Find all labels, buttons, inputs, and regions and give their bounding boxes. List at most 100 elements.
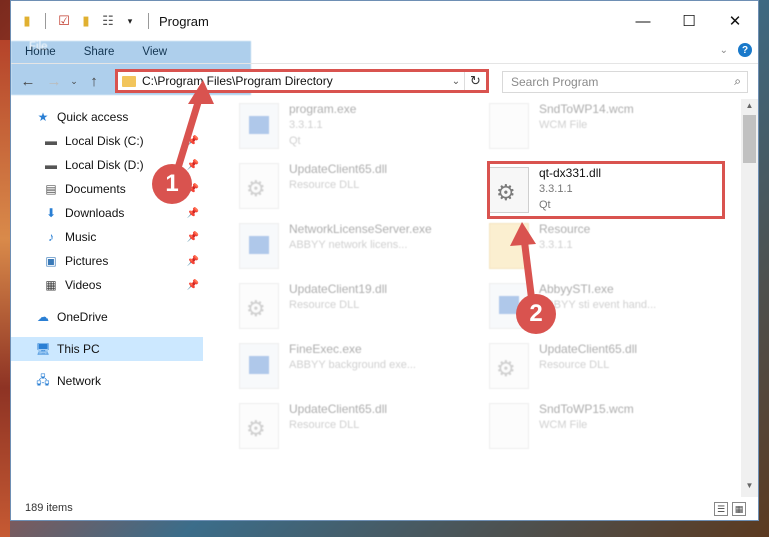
title-bar: ▮ ☑ ▮ ☷ ▾ Program — ☐ ✕ — [11, 1, 758, 41]
file-meta: Resource DLL — [289, 419, 360, 431]
maximize-button[interactable]: ☐ — [666, 1, 712, 41]
sidebar-item-pictures[interactable]: ▣ Pictures 📌 — [11, 249, 203, 273]
sidebar-item-label: Local Disk (D:) — [65, 158, 144, 172]
address-path[interactable]: C:\Program Files\Program Directory — [142, 74, 448, 88]
network-icon: 🖧 — [36, 372, 50, 387]
sidebar-item-label: Downloads — [65, 206, 125, 220]
scrollbar-thumb[interactable] — [743, 115, 756, 163]
sidebar-item-local-disk-c[interactable]: ▬ Local Disk (C:) 📌 — [11, 129, 203, 153]
explorer-window: ▮ ☑ ▮ ☷ ▾ Program — ☐ ✕ File Home Share … — [10, 0, 759, 521]
sidebar-item-music[interactable]: ♪ Music 📌 — [11, 225, 203, 249]
pin-icon[interactable]: 📌 — [187, 160, 199, 171]
forward-button[interactable]: → — [41, 73, 67, 90]
file-meta: Qt — [289, 135, 301, 147]
sidebar-item-videos[interactable]: ▦ Videos 📌 — [11, 273, 203, 297]
close-button[interactable]: ✕ — [712, 1, 758, 41]
file-name: SndToWP15.wcm — [539, 402, 634, 416]
scroll-down-icon[interactable]: ▼ — [741, 481, 758, 495]
address-bar[interactable]: C:\Program Files\Program Directory ⌄ ↻ — [115, 69, 489, 93]
sidebar-item-this-pc[interactable]: 🖥 This PC — [11, 337, 203, 361]
dll-icon — [239, 163, 279, 209]
sidebar-item-label: Quick access — [57, 110, 129, 124]
desktop-wallpaper — [0, 40, 10, 537]
music-icon: ♪ — [48, 230, 54, 244]
file-name: UpdateClient65.dll — [539, 342, 638, 356]
details-view-icon[interactable]: ☰ — [714, 502, 728, 516]
file-name: SndToWP14.wcm — [539, 102, 634, 116]
file-name: UpdateClient65.dll — [289, 162, 388, 176]
scroll-up-icon[interactable]: ▲ — [741, 101, 758, 115]
folder-icon — [122, 75, 136, 87]
help-icon[interactable]: ? — [738, 43, 752, 57]
file-list: program.exe 3.3.1.1 Qt SndToWP14.wcm WCM Fi… — [215, 99, 739, 497]
file-item[interactable]: FineExec.exe ABBYY background exe... — [233, 341, 473, 395]
chevron-down-icon[interactable]: ⌄ — [448, 76, 464, 87]
window-title: Program — [159, 13, 209, 29]
file-meta: 3.3.1.1 — [539, 239, 573, 251]
ribbon-tabs: File Home Share View ⌄ ? — [11, 41, 758, 95]
up-button[interactable]: ↑ — [81, 73, 107, 90]
cloud-icon: ☁ — [37, 310, 49, 324]
pin-icon[interactable]: 📌 — [187, 136, 199, 147]
file-item[interactable]: SndToWP15.wcm WCM File — [483, 401, 723, 455]
file-meta: 3.3.1.1 — [289, 119, 323, 131]
file-item[interactable]: Resource 3.3.1.1 — [483, 221, 723, 275]
view-toggle: ☰ ▦ — [714, 502, 746, 516]
sidebar-item-quick-access[interactable]: ★ Quick access — [11, 105, 203, 129]
sidebar-item-label: Pictures — [65, 254, 109, 268]
back-button[interactable]: ← — [15, 73, 41, 90]
pin-icon[interactable]: 📌 — [187, 280, 199, 291]
recent-locations-icon[interactable]: ⌄ — [67, 76, 81, 87]
pin-icon[interactable]: 📌 — [187, 256, 199, 267]
dll-icon — [239, 403, 279, 449]
file-icon — [489, 103, 529, 149]
dll-icon — [239, 283, 279, 329]
customize-toolbar-icon[interactable]: ▾ — [122, 13, 138, 29]
file-item[interactable]: NetworkLicenseServer.exe ABBYY network li… — [233, 221, 473, 275]
file-meta: ABBYY background exe... — [289, 359, 416, 371]
item-count: 189 items — [25, 502, 73, 514]
file-meta: ABBYY network licens... — [289, 239, 408, 251]
search-placeholder: Search Program — [511, 75, 599, 89]
view-options-icon[interactable]: ☷ — [100, 13, 116, 29]
properties-icon[interactable]: ☑ — [56, 13, 72, 29]
navigation-pane: ★ Quick access ▬ Local Disk (C:) 📌 ▬ Loc… — [11, 99, 203, 497]
dll-icon — [489, 343, 529, 389]
file-name: FineExec.exe — [289, 342, 362, 356]
star-icon: ★ — [37, 110, 49, 124]
file-meta: WCM File — [539, 419, 588, 431]
callout-badge-1: 1 — [152, 164, 192, 204]
folder-icon[interactable]: ▮ — [19, 13, 35, 29]
sidebar-item-network[interactable]: 🖧 Network — [11, 369, 203, 393]
exe-icon — [239, 103, 279, 149]
file-item[interactable]: UpdateClient65.dll Resource DLL — [233, 401, 473, 455]
file-item[interactable]: program.exe 3.3.1.1 Qt — [233, 101, 473, 155]
search-input[interactable]: Search Program ⌕ — [502, 71, 748, 93]
file-meta: WCM File — [539, 119, 588, 131]
sidebar-item-label: Videos — [65, 278, 102, 292]
search-icon[interactable]: ⌕ — [734, 74, 741, 89]
file-item[interactable]: UpdateClient65.dll Resource DLL — [233, 161, 473, 215]
vertical-scrollbar[interactable]: ▲ ▼ — [741, 99, 758, 497]
pictures-icon: ▣ — [45, 254, 57, 268]
file-item[interactable]: UpdateClient65.dll Resource DLL — [483, 341, 723, 395]
refresh-button[interactable]: ↻ — [464, 72, 486, 90]
file-meta: Resource DLL — [539, 359, 610, 371]
pin-icon[interactable]: 📌 — [187, 208, 199, 219]
pin-icon[interactable]: 📌 — [187, 232, 199, 243]
sidebar-item-label: Documents — [65, 182, 126, 196]
sidebar-item-downloads[interactable]: ⬇ Downloads 📌 — [11, 201, 203, 225]
minimize-button[interactable]: — — [620, 1, 666, 41]
ribbon-right: ⌄ ? — [720, 43, 752, 57]
file-item[interactable]: SndToWP14.wcm WCM File — [483, 101, 723, 155]
file-item[interactable]: UpdateClient19.dll Resource DLL — [233, 281, 473, 335]
quick-access-toolbar: ▮ ☑ ▮ ☷ ▾ — [11, 13, 153, 29]
sidebar-item-onedrive[interactable]: ☁ OneDrive — [11, 305, 203, 329]
downloads-icon: ⬇ — [45, 206, 57, 220]
expand-ribbon-icon[interactable]: ⌄ — [720, 45, 728, 56]
divider — [148, 13, 149, 29]
sidebar-item-label: Music — [65, 230, 97, 244]
exe-icon — [239, 223, 279, 269]
new-folder-icon[interactable]: ▮ — [78, 13, 94, 29]
large-icons-view-icon[interactable]: ▦ — [732, 502, 746, 516]
